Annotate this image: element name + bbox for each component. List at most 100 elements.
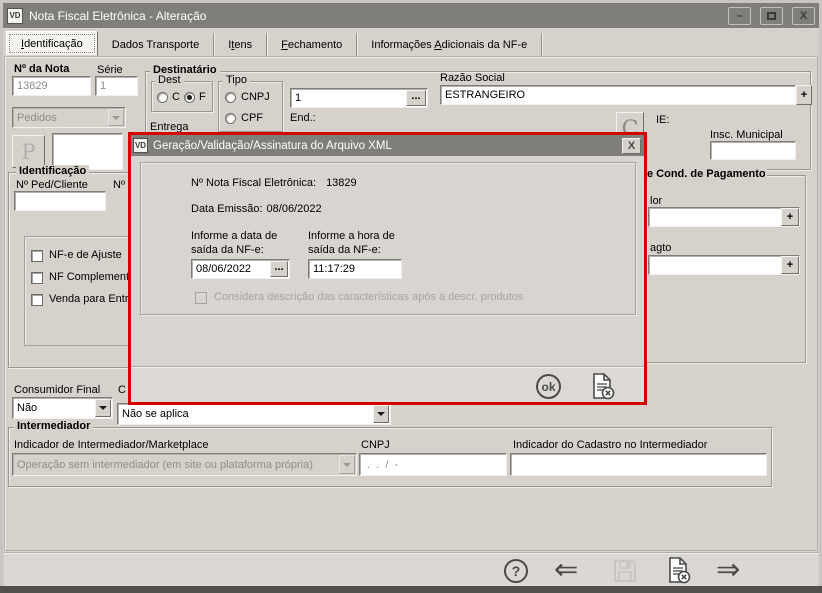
cnpj-mask-value: . . / - bbox=[364, 458, 399, 471]
tab-identificacao[interactable]: Identificação bbox=[6, 31, 98, 56]
radio-cpf[interactable] bbox=[225, 113, 236, 124]
end-label: End.: bbox=[290, 112, 316, 124]
help-button[interactable]: ? bbox=[504, 559, 528, 583]
tab-label: F bbox=[281, 38, 288, 51]
checkbox-icon[interactable] bbox=[31, 271, 43, 284]
nota-field[interactable]: 13829 bbox=[12, 76, 91, 96]
destinatario-codigo-value: 1 bbox=[295, 92, 302, 104]
nfe-number-label: Nº Nota Fiscal Eletrônica: bbox=[191, 177, 317, 189]
hora-saida-label-line2: saída da NF-e: bbox=[308, 244, 381, 256]
intermediador-group-title: Intermediador bbox=[14, 420, 94, 432]
serie-field[interactable]: 1 bbox=[95, 76, 138, 96]
razao-social-add-button[interactable]: + bbox=[796, 85, 812, 105]
dest-radio-row: C F bbox=[157, 91, 206, 104]
tab-label: Informações bbox=[371, 38, 435, 51]
nota-label: Nº da Nota bbox=[14, 63, 70, 75]
save-button bbox=[612, 558, 638, 584]
tab-label: echamento bbox=[287, 38, 343, 51]
checkbox-nf-complement[interactable]: NF Complement bbox=[31, 271, 129, 284]
tab-itens[interactable]: Itens bbox=[214, 33, 268, 56]
indicador-marketplace-combobox[interactable]: Operação sem intermediador (em site ou p… bbox=[12, 453, 357, 476]
dropdown-button[interactable] bbox=[339, 455, 355, 474]
pagamento-group-title: e Cond. de Pagamento bbox=[646, 168, 767, 180]
cadastro-intermediador-field[interactable] bbox=[510, 453, 767, 476]
nota-value: 13829 bbox=[17, 80, 48, 92]
pedidos-value: Pedidos bbox=[17, 111, 57, 124]
p-button-label: P bbox=[21, 139, 36, 164]
pedidos-combobox[interactable]: Pedidos bbox=[12, 107, 126, 128]
emissao-line: Data Emissão: 08/06/2022 bbox=[191, 203, 322, 216]
checkbox-label: NF Complement bbox=[49, 271, 130, 283]
radio-cnpj[interactable] bbox=[225, 92, 236, 103]
indicador-marketplace-value: Operação sem intermediador (em site ou p… bbox=[17, 458, 313, 471]
xml-generation-dialog: VD Geração/Validação/Assinatura do Arqui… bbox=[128, 132, 647, 405]
plus-icon: + bbox=[786, 259, 794, 271]
checkbox-venda-entrega[interactable]: Venda para Entr bbox=[31, 293, 129, 306]
insc-municipal-field[interactable] bbox=[710, 141, 796, 160]
data-saida-value: 08/06/2022 bbox=[196, 263, 252, 275]
hora-saida-value: 11:17:29 bbox=[313, 263, 356, 275]
consumidor-final-combobox[interactable]: Não bbox=[12, 397, 113, 419]
maximize-button[interactable] bbox=[760, 6, 783, 25]
forward-button[interactable]: ⇒ bbox=[716, 556, 740, 585]
data-saida-label-line1: Informe a data de bbox=[191, 230, 278, 242]
ellipsis-icon: ... bbox=[411, 89, 421, 102]
checkbox-icon[interactable] bbox=[31, 249, 43, 262]
ped-cliente-field[interactable] bbox=[14, 191, 106, 211]
ellipsis-icon: ... bbox=[274, 260, 284, 273]
discard-button[interactable] bbox=[664, 556, 692, 584]
plus-icon: + bbox=[800, 89, 808, 101]
razao-social-value: ESTRANGEIRO bbox=[445, 89, 526, 101]
secondary-combobox-value: Não se aplica bbox=[122, 408, 189, 420]
back-button[interactable]: ⇐ bbox=[554, 556, 578, 585]
minimize-button[interactable]: – bbox=[728, 6, 751, 25]
destinatario-codigo-field[interactable]: 1 ... bbox=[290, 88, 428, 108]
checkbox-icon[interactable] bbox=[31, 293, 43, 306]
window-bottom-edge bbox=[0, 586, 822, 593]
truncated-label: Nº bbox=[113, 179, 125, 191]
razao-social-label: Razão Social bbox=[440, 72, 505, 84]
tab-informacoes-adicionais[interactable]: Informações Adicionais da NF-e bbox=[357, 33, 543, 56]
secondary-combobox[interactable]: Não se aplica bbox=[117, 403, 391, 425]
dest-subgroup-title: Dest bbox=[155, 74, 184, 86]
pagamento-field-2[interactable] bbox=[648, 255, 800, 275]
browse-button[interactable]: ... bbox=[406, 90, 426, 106]
checkbox-nfe-ajuste[interactable]: NF-e de Ajuste bbox=[31, 249, 122, 262]
radio-dest-f[interactable] bbox=[183, 92, 195, 103]
dialog-title: Geração/Validação/Assinatura do Arquivo … bbox=[153, 139, 392, 152]
chevron-down-icon bbox=[377, 412, 385, 420]
tab-dados-transporte[interactable]: Dados Transporte bbox=[98, 33, 215, 56]
data-saida-field[interactable]: 08/06/2022 ... bbox=[191, 259, 290, 279]
dropdown-button[interactable] bbox=[108, 109, 124, 126]
dialog-titlebar: VD Geração/Validação/Assinatura do Arqui… bbox=[131, 135, 644, 156]
tab-label: ens bbox=[234, 38, 253, 51]
hora-saida-field[interactable]: 11:17:29 bbox=[308, 259, 402, 279]
radio-cnpj-label: CNPJ bbox=[241, 91, 270, 103]
hora-saida-label-line1: Informe a hora de bbox=[308, 230, 395, 242]
consumidor-final-label: Consumidor Final bbox=[14, 384, 101, 396]
pagamento-add-button-2[interactable]: + bbox=[781, 256, 799, 274]
cadastro-intermediador-label: Indicador do Cadastro no Intermediador bbox=[513, 439, 708, 451]
window-titlebar: VD Nota Fiscal Eletrônica - Alteração – … bbox=[3, 3, 819, 28]
close-button[interactable]: X bbox=[792, 6, 815, 25]
date-browse-button[interactable]: ... bbox=[270, 261, 288, 277]
dropdown-button[interactable] bbox=[373, 405, 389, 423]
p-button[interactable]: P bbox=[12, 135, 45, 168]
radio-cnpj-row: CNPJ bbox=[225, 91, 270, 104]
radio-dest-c[interactable] bbox=[157, 92, 168, 103]
pagamento-add-button-1[interactable]: + bbox=[781, 208, 799, 226]
tab-fechamento[interactable]: Fechamento bbox=[267, 33, 358, 56]
nfe-number-line: Nº Nota Fiscal Eletrônica: 13829 bbox=[191, 177, 357, 190]
razao-social-field[interactable]: ESTRANGEIRO bbox=[440, 85, 796, 105]
dialog-cancel-button[interactable] bbox=[588, 372, 616, 400]
serie-value: 1 bbox=[100, 80, 107, 92]
checkbox-label: NF-e de Ajuste bbox=[49, 249, 122, 261]
pagamento-field-1[interactable] bbox=[648, 207, 800, 227]
ok-button[interactable]: ok bbox=[536, 374, 561, 399]
caracteristicas-checkbox-row: Considera descrição das características … bbox=[195, 291, 523, 304]
dropdown-button[interactable] bbox=[95, 399, 111, 417]
dialog-button-bar bbox=[131, 366, 644, 402]
help-icon: ? bbox=[511, 563, 521, 579]
dialog-close-button[interactable]: X bbox=[622, 137, 641, 154]
cnpj-field[interactable]: . . / - bbox=[359, 453, 507, 476]
